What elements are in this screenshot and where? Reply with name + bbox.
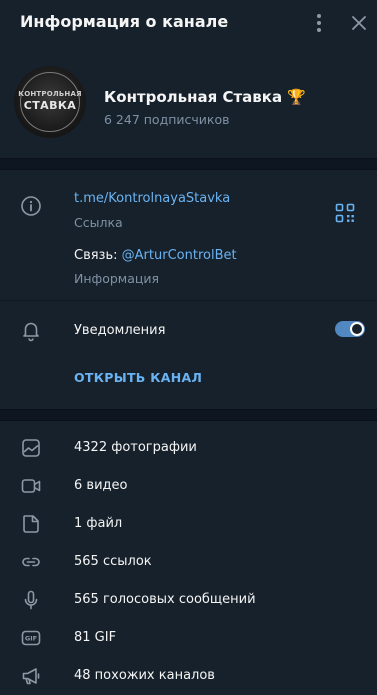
avatar-text-bottom: СТАВКА [23,99,77,112]
media-item-similar-channels[interactable]: 48 похожих каналов [0,657,377,695]
link-label: Ссылка [74,215,123,230]
photo-icon [19,436,43,460]
media-item-files[interactable]: 1 файл [0,505,377,543]
contact-mention-link[interactable]: @ArturControlBet [122,248,237,263]
page-title: Информация о канале [20,12,229,31]
media-item-label: 1 файл [74,516,123,531]
link-icon [19,550,43,574]
channel-info: t.me/KontrolnayaStavka Ссылка Связь: @Ar… [0,170,377,409]
notifications-toggle[interactable] [335,321,365,337]
contact-prefix: Связь: [74,248,122,263]
channel-link[interactable]: t.me/KontrolnayaStavka [74,191,230,206]
media-item-videos[interactable]: 6 видео [0,467,377,505]
channel-profile: КОНТРОЛЬНАЯ СТАВКА Контрольная Ставка 🏆 … [0,46,377,158]
close-icon [352,16,366,30]
media-item-photos[interactable]: 4322 фотографии [0,429,377,467]
bell-icon [19,318,43,342]
contact-info: Связь: @ArturControlBet [74,248,237,263]
media-item-label: 6 видео [74,478,128,493]
toggle-knob [350,322,364,336]
avatar-text-top: КОНТРОЛЬНАЯ [18,90,82,98]
more-menu-button[interactable] [308,12,330,34]
channel-name: Контрольная Ставка 🏆 [104,88,306,106]
notifications-label: Уведомления [74,323,166,338]
media-list: 4322 фотографии 6 видео 1 файл 565 ссыло… [0,421,377,695]
media-item-label: 4322 фотографии [74,440,197,455]
info-icon [19,194,43,218]
megaphone-icon [19,664,43,688]
open-channel-button[interactable]: ОТКРЫТЬ КАНАЛ [74,370,202,385]
media-item-links[interactable]: 565 ссылок [0,543,377,581]
subscriber-count: 6 247 подписчиков [104,112,230,127]
header: Информация о канале [0,0,377,46]
avatar[interactable]: КОНТРОЛЬНАЯ СТАВКА [14,66,86,138]
dot [317,14,321,18]
microphone-icon [19,588,43,612]
media-item-label: 565 ссылок [74,554,152,569]
dot [317,21,321,25]
media-item-label: 565 голосовых сообщений [74,592,256,607]
media-item-gifs[interactable]: GIF 81 GIF [0,619,377,657]
svg-text:GIF: GIF [25,635,37,643]
section-separator [0,158,377,170]
media-item-voice[interactable]: 565 голосовых сообщений [0,581,377,619]
media-item-label: 81 GIF [74,630,117,645]
dot [317,28,321,32]
section-separator [0,409,377,421]
close-button[interactable] [348,12,370,34]
video-icon [19,474,43,498]
contact-label: Информация [74,271,160,286]
file-icon [19,512,43,536]
media-item-label: 48 похожих каналов [74,668,215,683]
divider [0,300,377,301]
gif-icon: GIF [19,626,43,650]
qr-code-icon[interactable] [333,201,357,225]
